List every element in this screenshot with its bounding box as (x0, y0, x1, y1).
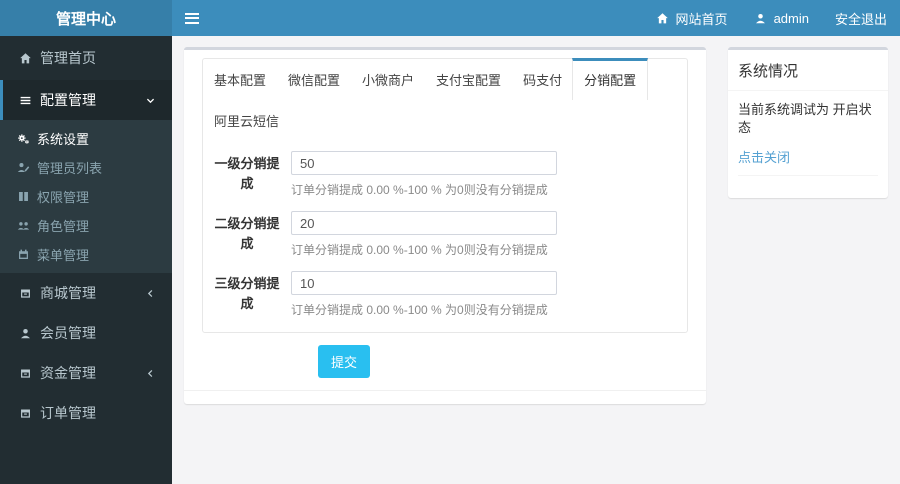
hamburger-icon (185, 21, 199, 24)
user-icon (18, 327, 32, 340)
sidebar-item-label: 管理首页 (40, 50, 96, 66)
debug-status-text: 当前系统调试为 开启状态 (738, 102, 872, 136)
card-footer (184, 390, 706, 404)
distribution-form: 一级分销提成 订单分销提成 0.00 %-100 % 为0则没有分销提成 二级分… (203, 141, 687, 318)
columns-icon (16, 190, 30, 203)
archive-icon (18, 407, 32, 420)
settings-tabs-row1: 基本配置 微信配置 小微商户 支付宝配置 码支付 分销配置 (203, 58, 687, 100)
sidebar-item-menu-management[interactable]: 菜单管理 (0, 240, 172, 269)
nav-site-home[interactable]: 网站首页 (643, 0, 741, 36)
settings-tabs-row2: 阿里云短信 (203, 100, 687, 141)
tab-alipay-config[interactable]: 支付宝配置 (425, 59, 512, 100)
users-icon (16, 219, 30, 232)
sidebar-item-label: 商城管理 (40, 285, 96, 301)
sidebar-item-label: 管理员列表 (37, 161, 103, 176)
sidebar-item-order-management[interactable]: 订单管理 (0, 393, 172, 433)
settings-tabbox: 基本配置 微信配置 小微商户 支付宝配置 码支付 分销配置 阿里云短信 一级分销… (202, 58, 688, 333)
tab-aliyun-sms[interactable]: 阿里云短信 (203, 100, 290, 141)
nav-user-menu[interactable]: admin (741, 0, 822, 36)
level3-commission-input[interactable] (291, 271, 557, 295)
sidebar-submenu-config: 系统设置 管理员列表 权限管理 角色管理 菜单管理 (0, 120, 172, 273)
tab-micro-merchant[interactable]: 小微商户 (351, 59, 425, 100)
sidebar-item-role-management[interactable]: 角色管理 (0, 211, 172, 240)
nav-logout-label: 安全退出 (834, 11, 887, 27)
chevron-left-icon (143, 368, 157, 379)
sidebar-item-admin-list[interactable]: 管理员列表 (0, 153, 172, 182)
level2-commission-label: 二级分销提成 (214, 216, 280, 252)
system-status-title: 系统情况 (738, 63, 799, 80)
sidebar-item-mall-management[interactable]: 商城管理 (0, 273, 172, 313)
settings-card: 基本配置 微信配置 小微商户 支付宝配置 码支付 分销配置 阿里云短信 一级分销… (184, 47, 706, 404)
sidebar-item-label: 会员管理 (40, 325, 96, 341)
submit-row: 提交 (202, 333, 688, 390)
archive-icon (18, 287, 32, 300)
sidebar-item-config-management[interactable]: 配置管理 (0, 80, 172, 120)
sidebar-item-funds-management[interactable]: 资金管理 (0, 353, 172, 393)
submit-button[interactable]: 提交 (318, 345, 371, 378)
form-row-level2: 二级分销提成 订单分销提成 0.00 %-100 % 为0则没有分销提成 (211, 211, 679, 258)
bars-icon (18, 94, 32, 107)
level1-commission-input[interactable] (291, 151, 557, 175)
form-row-level3: 三级分销提成 订单分销提成 0.00 %-100 % 为0则没有分销提成 (211, 271, 679, 318)
brand-logo[interactable]: 管理中心 (0, 0, 172, 36)
sidebar-item-admin-home[interactable]: 管理首页 (0, 36, 172, 80)
system-status-card: 系统情况 当前系统调试为 开启状态 点击关闭 (728, 47, 888, 199)
tab-code-pay[interactable]: 码支付 (512, 59, 573, 100)
sidebar-item-label: 资金管理 (40, 365, 96, 381)
top-navbar-right: 网站首页 admin 安全退出 (643, 0, 900, 36)
gears-icon (16, 132, 30, 145)
nav-logout[interactable]: 安全退出 (822, 0, 900, 36)
level2-commission-input[interactable] (291, 211, 557, 235)
form-row-level1: 一级分销提成 订单分销提成 0.00 %-100 % 为0则没有分销提成 (211, 151, 679, 198)
sidebar-item-label: 系统设置 (37, 132, 90, 147)
sidebar-item-permission-management[interactable]: 权限管理 (0, 182, 172, 211)
sidebar-item-label: 菜单管理 (37, 248, 90, 263)
user-icon (754, 12, 768, 25)
hamburger-icon (185, 12, 199, 15)
hamburger-icon (185, 17, 199, 19)
sidebar-item-label: 角色管理 (37, 219, 90, 234)
home-icon (18, 52, 32, 65)
chevron-down-icon (143, 95, 157, 106)
level2-commission-help: 订单分销提成 0.00 %-100 % 为0则没有分销提成 (291, 243, 548, 257)
sidebar: 管理首页 配置管理 系统设置 管理员列表 权限管理 角色管理 菜单管理 商城管理… (0, 36, 172, 484)
tab-distribution-config[interactable]: 分销配置 (572, 58, 649, 100)
sidebar-item-label: 配置管理 (40, 92, 96, 108)
sidebar-item-label: 权限管理 (37, 190, 90, 205)
sidebar-item-system-settings[interactable]: 系统设置 (0, 124, 172, 153)
level1-commission-label: 一级分销提成 (214, 156, 280, 192)
close-debug-link[interactable]: 点击关闭 (738, 147, 790, 166)
calendar-icon (16, 248, 30, 261)
level3-commission-help: 订单分销提成 0.00 %-100 % 为0则没有分销提成 (291, 303, 548, 317)
sidebar-item-label: 订单管理 (40, 405, 96, 421)
nav-username: admin (773, 10, 809, 26)
system-status-body: 当前系统调试为 开启状态 点击关闭 (728, 91, 888, 198)
system-status-footer (738, 175, 878, 188)
level1-commission-help: 订单分销提成 0.00 %-100 % 为0则没有分销提成 (291, 183, 548, 197)
sidebar-toggle-button[interactable] (172, 0, 212, 36)
content-area: 基本配置 微信配置 小微商户 支付宝配置 码支付 分销配置 阿里云短信 一级分销… (172, 36, 900, 484)
user-edit-icon (16, 161, 30, 174)
chevron-left-icon (143, 288, 157, 299)
tab-wechat-config[interactable]: 微信配置 (277, 59, 351, 100)
tab-basic-config[interactable]: 基本配置 (203, 59, 277, 100)
level3-commission-label: 三级分销提成 (214, 276, 280, 312)
archive-icon (18, 367, 32, 380)
nav-site-home-label: 网站首页 (675, 11, 728, 27)
top-navbar-main: 网站首页 admin 安全退出 (172, 0, 900, 36)
top-navbar: 管理中心 网站首页 admin 安全退出 (0, 0, 900, 36)
admin-app: 管理中心 网站首页 admin 安全退出 管理首页 配置管理 系统设置 管理员列… (0, 0, 900, 484)
sidebar-item-member-management[interactable]: 会员管理 (0, 313, 172, 353)
system-status-header: 系统情况 (728, 50, 888, 91)
home-icon (656, 12, 670, 25)
